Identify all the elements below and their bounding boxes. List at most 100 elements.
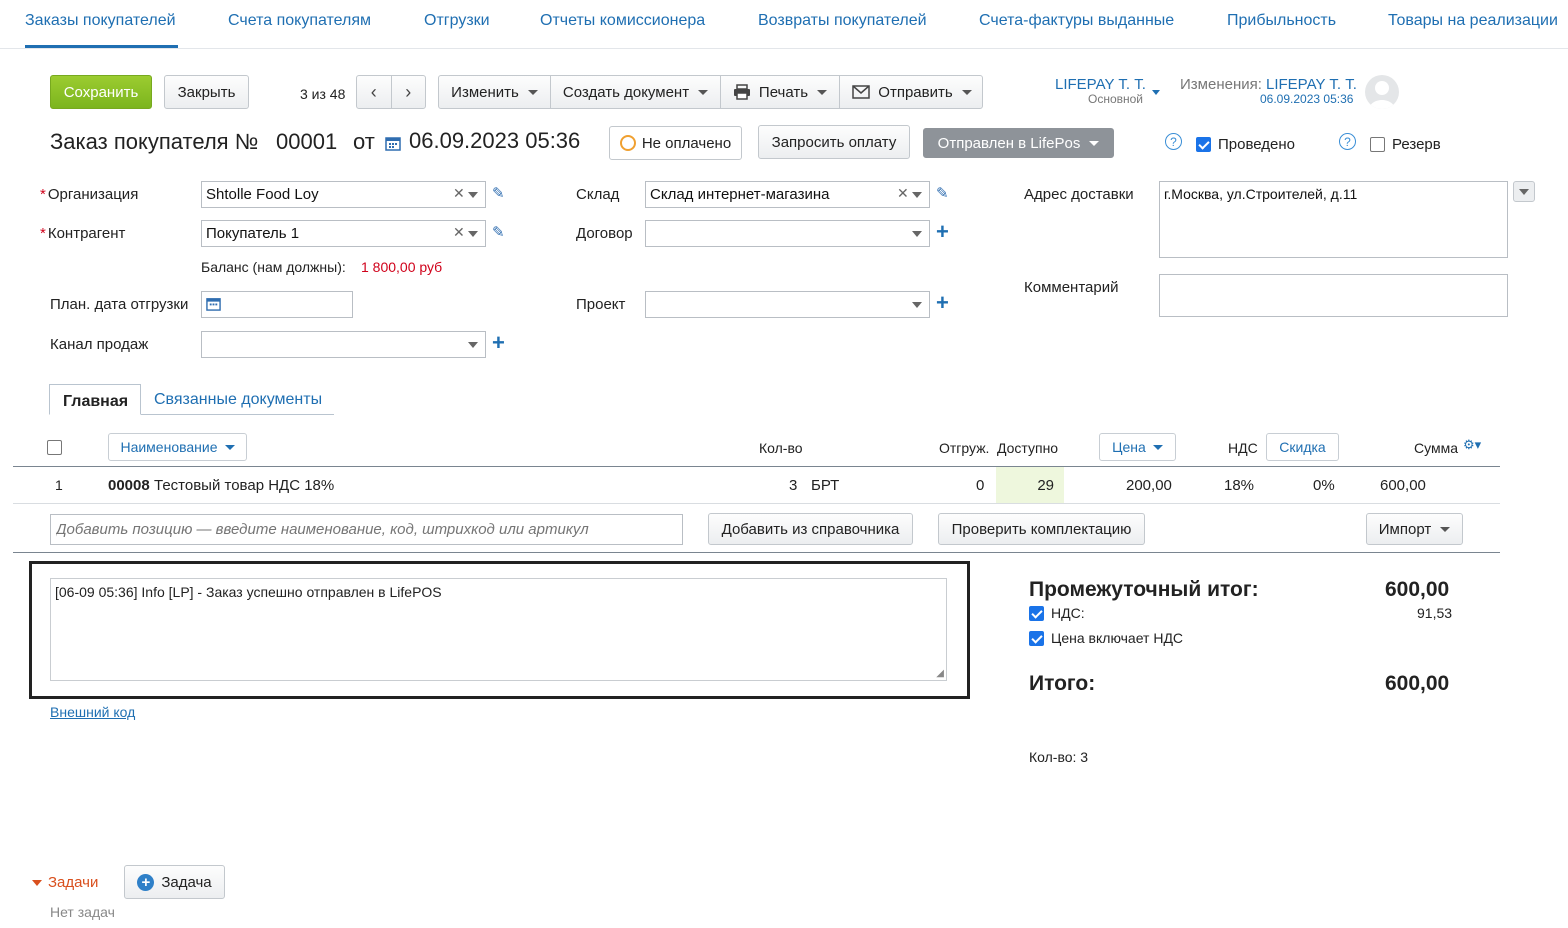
changes-user[interactable]: LIFEPAY Т. Т. xyxy=(1266,76,1357,93)
record-pager: ‹ › xyxy=(356,75,426,109)
avatar[interactable] xyxy=(1365,75,1399,109)
tab-profitability[interactable]: Прибыльность xyxy=(1227,12,1336,30)
chevron-down-icon xyxy=(817,89,828,95)
add-from-catalog-button[interactable]: Добавить из справочника xyxy=(708,513,913,545)
price-includes-vat-checkbox[interactable] xyxy=(1029,631,1044,646)
chevron-down-icon xyxy=(1440,526,1451,532)
counterparty-value: Покупатель 1 xyxy=(206,225,300,242)
add-plus-icon[interactable]: + xyxy=(492,332,505,354)
edit-button[interactable]: Изменить xyxy=(439,76,550,108)
check-kit-button[interactable]: Проверить комплектацию xyxy=(938,513,1145,545)
sort-price-button[interactable]: Цена xyxy=(1099,433,1176,461)
tab-main[interactable]: Главная xyxy=(49,384,141,415)
vat-checkbox[interactable] xyxy=(1029,606,1044,621)
counterparty-label: * Контрагент xyxy=(40,225,126,242)
doc-datetime[interactable]: 06.09.2023 05:36 xyxy=(409,128,580,154)
sort-name-button[interactable]: Наименование xyxy=(108,433,247,461)
tab-customer-orders[interactable]: Заказы покупателей xyxy=(25,12,176,30)
doc-from-label: от xyxy=(353,129,375,154)
tasks-toggle[interactable]: Задачи xyxy=(48,874,98,891)
row-vat[interactable]: 18% xyxy=(1224,477,1254,494)
close-button[interactable]: Закрыть xyxy=(164,75,249,109)
select-all-checkbox[interactable] xyxy=(47,440,62,455)
product-name[interactable]: Тестовый товар НДС 18% xyxy=(154,477,334,494)
prev-record-icon[interactable]: ‹ xyxy=(357,82,391,103)
chevron-down-icon[interactable] xyxy=(912,302,922,308)
calendar-icon[interactable] xyxy=(385,135,401,151)
table-row[interactable]: 1 00008 Тестовый товар НДС 18% 3 БРТ 0 2… xyxy=(13,467,1500,504)
doc-number[interactable]: 00001 xyxy=(276,129,337,155)
chevron-down-icon xyxy=(224,444,235,450)
create-document-label: Создать документ xyxy=(562,83,690,101)
edit-pencil-icon[interactable]: ✎ xyxy=(492,184,505,202)
add-plus-icon[interactable]: + xyxy=(936,292,949,314)
comment-field[interactable] xyxy=(1159,274,1508,317)
payment-status-button[interactable]: Не оплачено xyxy=(609,126,742,160)
tab-issued-invoices[interactable]: Счета-фактуры выданные xyxy=(979,12,1174,30)
user-name[interactable]: LIFEPAY Т. Т. xyxy=(1055,76,1146,93)
calendar-icon[interactable] xyxy=(206,296,221,311)
tab-commission-reports[interactable]: Отчеты комиссионера xyxy=(540,12,705,30)
chevron-down-icon xyxy=(1089,140,1100,146)
clear-icon[interactable]: ✕ xyxy=(453,185,465,202)
ship-date-field[interactable] xyxy=(201,291,353,318)
status-dropdown[interactable]: Отправлен в LifePos xyxy=(923,128,1114,158)
tab-shipments[interactable]: Отгрузки xyxy=(424,12,490,30)
record-counter: 3 из 48 xyxy=(300,86,346,102)
chevron-down-icon[interactable] xyxy=(912,231,922,237)
add-plus-icon[interactable]: + xyxy=(936,221,949,243)
sales-channel-field[interactable] xyxy=(201,331,486,358)
add-task-label: Задача xyxy=(161,873,212,891)
create-document-button[interactable]: Создать документ xyxy=(551,76,720,108)
edit-pencil-icon[interactable]: ✎ xyxy=(936,184,949,202)
vat-label: НДС: xyxy=(1051,605,1085,621)
tab-customer-returns[interactable]: Возвраты покупателей xyxy=(758,12,927,30)
log-textarea[interactable]: [06-09 05:36] Info [LP] - Заказ успешно … xyxy=(50,578,947,681)
chevron-down-icon[interactable] xyxy=(468,231,478,237)
help-icon[interactable]: ? xyxy=(1165,133,1182,150)
posted-checkbox[interactable] xyxy=(1196,137,1211,152)
discount-header-button[interactable]: Скидка xyxy=(1266,433,1339,461)
product-code[interactable]: 00008 xyxy=(108,477,150,494)
print-label: Печать xyxy=(758,83,809,101)
project-field[interactable] xyxy=(645,291,930,318)
send-button[interactable]: Отправить xyxy=(840,76,984,108)
add-task-button[interactable]: + Задача xyxy=(124,865,225,899)
row-available: 29 xyxy=(1037,477,1054,494)
request-payment-button[interactable]: Запросить оплату xyxy=(758,125,910,159)
sales-channel-label: Канал продаж xyxy=(50,336,149,353)
import-button[interactable]: Импорт xyxy=(1366,513,1463,545)
organization-field[interactable]: Shtolle Food Loy ✕ xyxy=(201,181,486,208)
address-expand-button[interactable] xyxy=(1513,181,1535,202)
tab-customer-invoices[interactable]: Счета покупателям xyxy=(228,12,371,30)
contract-field[interactable] xyxy=(645,220,930,247)
counterparty-field[interactable]: Покупатель 1 ✕ xyxy=(201,220,486,247)
resize-handle-icon[interactable]: ◢ xyxy=(936,668,944,679)
collapse-triangle-icon[interactable] xyxy=(32,880,42,886)
row-price[interactable]: 200,00 xyxy=(1126,477,1172,494)
settings-gear-icon[interactable]: ⚙▾ xyxy=(1463,437,1481,453)
tab-related-documents[interactable]: Связанные документы xyxy=(154,391,322,409)
warehouse-field[interactable]: Склад интернет-магазина ✕ xyxy=(645,181,930,208)
row-discount[interactable]: 0% xyxy=(1313,477,1335,494)
chevron-down-icon[interactable] xyxy=(468,342,478,348)
save-button[interactable]: Сохранить xyxy=(50,75,152,109)
add-position-input[interactable] xyxy=(50,514,683,545)
chevron-down-icon[interactable] xyxy=(912,192,922,198)
clear-icon[interactable]: ✕ xyxy=(453,224,465,241)
next-record-icon[interactable]: › xyxy=(392,82,426,103)
chevron-down-icon[interactable] xyxy=(1152,90,1160,95)
external-code-link[interactable]: Внешний код xyxy=(50,704,135,720)
tab-main-label: Главная xyxy=(63,393,129,410)
subtotal-label: Промежуточный итог: xyxy=(1029,578,1259,601)
help-icon[interactable]: ? xyxy=(1339,133,1356,150)
row-qty[interactable]: 3 xyxy=(789,477,797,494)
delivery-address-field[interactable]: г.Москва, ул.Строителей, д.11 xyxy=(1159,181,1508,258)
edit-pencil-icon[interactable]: ✎ xyxy=(492,223,505,241)
tab-goods-on-sale[interactable]: Товары на реализации xyxy=(1388,12,1558,30)
chevron-down-icon[interactable] xyxy=(468,192,478,198)
clear-icon[interactable]: ✕ xyxy=(897,185,909,202)
balance-label: Баланс (нам должны): xyxy=(201,259,346,275)
reserve-checkbox[interactable] xyxy=(1370,137,1385,152)
print-button[interactable]: Печать xyxy=(721,76,839,108)
